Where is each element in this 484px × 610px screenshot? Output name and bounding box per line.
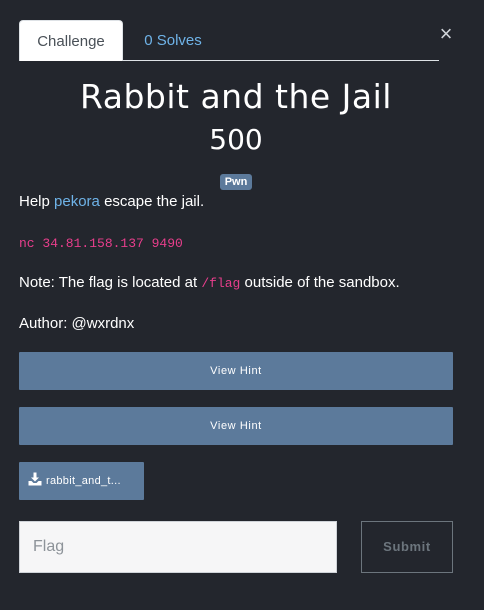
challenge-points: 500: [209, 123, 263, 156]
close-icon[interactable]: ×: [436, 23, 456, 45]
help-suffix: escape the jail.: [99, 193, 205, 210]
download-file-button[interactable]: rabbit_and_t...: [19, 462, 144, 500]
submit-button[interactable]: Submit: [361, 521, 453, 573]
view-hint-button-2[interactable]: View Hint: [19, 407, 453, 445]
description-author: Author: @wxrdnx: [19, 315, 135, 332]
flag-path-code: /flag: [201, 276, 241, 291]
note-suffix: outside of the sandbox.: [240, 274, 400, 291]
pekora-link[interactable]: pekora: [54, 193, 100, 210]
view-hint-button-1[interactable]: View Hint: [19, 352, 453, 390]
description-help: Help pekora escape the jail.: [19, 192, 459, 212]
note-prefix: Note: The flag is located at: [19, 274, 202, 291]
category-badge-wrap: Pwn: [0, 172, 472, 190]
description-note: Note: The flag is located at /flag outsi…: [19, 273, 459, 294]
netcat-command: nc 34.81.158.137 9490: [19, 236, 183, 251]
help-prefix: Help: [19, 193, 55, 210]
category-badge: Pwn: [219, 174, 253, 190]
file-name: rabbit_and_t...: [46, 475, 121, 487]
tab-challenge[interactable]: Challenge: [19, 20, 123, 61]
flag-input[interactable]: [19, 521, 337, 573]
challenge-title: Rabbit and the Jail: [80, 77, 392, 116]
description-command: nc 34.81.158.137 9490: [19, 233, 459, 254]
download-icon: [28, 472, 42, 486]
tab-solves[interactable]: 0 Solves: [123, 20, 223, 61]
challenge-tabs: Challenge 0 Solves: [19, 20, 439, 61]
